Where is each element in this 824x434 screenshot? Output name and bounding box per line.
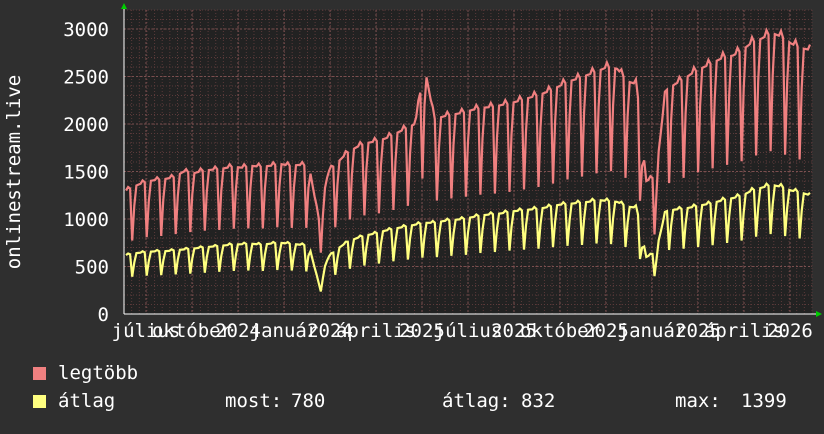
x-tick-label: 2026: [767, 320, 813, 342]
legend-label-avg: átlag: [58, 390, 116, 412]
legend-swatch-avg: [33, 395, 46, 408]
stat-most-value: 780: [291, 390, 326, 412]
y-tick-label: 3000: [63, 19, 109, 41]
legend-swatch-max: [33, 367, 46, 380]
y-tick-label: 0: [98, 304, 109, 326]
y-tick-label: 1500: [63, 162, 109, 184]
x-axis-arrow: [816, 311, 822, 317]
y-tick-label: 2000: [63, 114, 109, 136]
stat-avg-value: 832: [521, 390, 556, 412]
y-tick-label: 2500: [63, 67, 109, 89]
y-tick-label: 1000: [63, 209, 109, 231]
stat-avg-label: átlag:: [442, 390, 511, 412]
y-tick-label: 500: [75, 257, 109, 279]
stat-max-label: max:: [675, 390, 721, 412]
legend-label-max: legtöbb: [58, 362, 139, 384]
y-axis-title: onlinestream.live: [3, 75, 25, 269]
stat-max-value: 1399: [741, 390, 787, 412]
y-axis-arrow: [121, 3, 127, 9]
stat-most-label: most:: [225, 390, 283, 412]
